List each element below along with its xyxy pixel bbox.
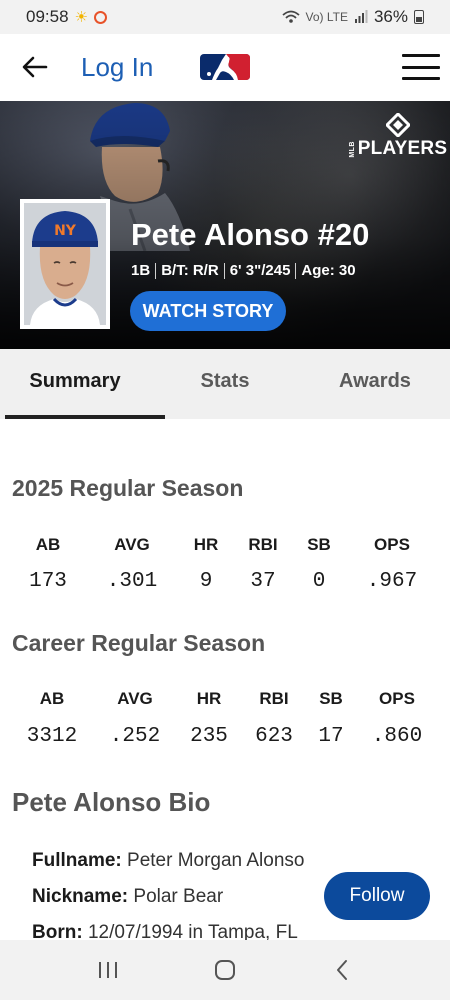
- hamburger-menu-button[interactable]: [402, 54, 440, 80]
- tab-summary[interactable]: Summary: [0, 349, 165, 419]
- back-arrow-icon: [22, 56, 48, 78]
- player-age: Age: 30: [301, 262, 356, 279]
- season-value-hr: 9: [199, 570, 213, 593]
- career-value-sb: 17: [318, 725, 344, 748]
- back-button[interactable]: [18, 50, 52, 84]
- season-value-sb: 0: [312, 570, 326, 593]
- career-header-sb: SB: [319, 689, 343, 708]
- system-nav-bar: [0, 940, 450, 1000]
- career-value-hr: 235: [190, 725, 228, 748]
- watch-story-button[interactable]: WATCH STORY: [130, 291, 286, 331]
- career-header-ops: OPS: [379, 689, 415, 708]
- players-logo-prefix: MLB: [348, 140, 356, 158]
- meta-divider: [223, 262, 225, 279]
- season-stats-header-row: AB AVG HR RBI SB OPS: [0, 535, 450, 555]
- volte-indicator: Vo) LTE: [305, 10, 348, 24]
- bio-title: Pete Alonso Bio: [12, 787, 211, 817]
- bio-fullname-label: Fullname:: [32, 850, 122, 871]
- career-header-hr: HR: [196, 689, 222, 708]
- status-bar: 09:58 ☀ Vo) LTE 36%: [0, 0, 450, 34]
- menu-line-icon: [402, 54, 440, 57]
- bio-fullname-value: Peter Morgan Alonso: [127, 850, 305, 871]
- player-headshot: NY: [20, 199, 110, 329]
- weather-sun-icon: ☀: [74, 9, 88, 26]
- svg-text:NY: NY: [54, 223, 77, 239]
- players-logo-word: PLAYERS: [357, 138, 448, 159]
- status-time: 09:58: [26, 7, 69, 26]
- signal-icon: [354, 10, 368, 23]
- season-header-rbi: RBI: [248, 535, 278, 554]
- season-header-sb: SB: [307, 535, 331, 554]
- career-stats-title: Career Regular Season: [12, 630, 266, 656]
- players-logo-text: MLB PLAYERS: [349, 138, 447, 160]
- tab-stats[interactable]: Stats: [150, 349, 300, 419]
- career-value-avg: .252: [109, 725, 161, 748]
- follow-button[interactable]: Follow: [324, 872, 430, 920]
- profile-tabs: Summary Stats Awards: [0, 349, 450, 419]
- career-header-rbi: RBI: [259, 689, 289, 708]
- season-header-ops: OPS: [374, 535, 410, 554]
- season-stats-title: 2025 Regular Season: [12, 475, 244, 501]
- bio-born-value: 12/07/1994 in Tampa, FL: [87, 922, 298, 940]
- wifi-icon: [281, 10, 300, 23]
- tab-awards[interactable]: Awards: [300, 349, 450, 419]
- bio-born: Born: 12/07/1994 in Tampa, FL: [32, 922, 298, 940]
- career-stats-header-row: AB AVG HR RBI SB OPS: [0, 689, 450, 709]
- season-header-ab: AB: [35, 535, 61, 554]
- meta-divider: [155, 262, 157, 279]
- career-stats-value-row: 3312 .252 235 623 17 .860: [0, 725, 450, 748]
- player-bats-throws: B/T: R/R: [161, 262, 219, 279]
- menu-line-icon: [402, 65, 440, 69]
- season-value-ab: 173: [29, 570, 67, 593]
- home-button[interactable]: [205, 950, 245, 990]
- meta-divider: [295, 262, 297, 279]
- chevron-left-icon: [336, 960, 347, 980]
- player-height-weight: 6' 3"/245: [229, 262, 291, 279]
- career-header-ab: AB: [39, 689, 65, 708]
- bio-nickname-label: Nickname:: [32, 886, 129, 907]
- battery-percent: 36%: [373, 7, 408, 26]
- status-right: Vo) LTE 36%: [281, 7, 424, 27]
- mlb-logo-icon: [200, 54, 250, 80]
- bio-nickname-value: Polar Bear: [133, 886, 224, 907]
- bio-fullname: Fullname: Peter Morgan Alonso: [32, 850, 304, 872]
- season-stats-value-row: 173 .301 9 37 0 .967: [0, 570, 450, 593]
- login-link[interactable]: Log In: [81, 52, 153, 83]
- recent-apps-button[interactable]: [88, 950, 128, 990]
- player-position: 1B: [131, 262, 151, 279]
- battery-icon: [414, 10, 424, 24]
- bio-born-label: Born:: [32, 922, 83, 940]
- player-hero-banner: MLB PLAYERS NY Pete Alonso #20 1B B/T: R…: [0, 101, 450, 349]
- players-diamond-icon: [386, 113, 410, 137]
- season-header-hr: HR: [193, 535, 219, 554]
- status-left: 09:58 ☀: [26, 7, 107, 27]
- mlb-players-logo: MLB PLAYERS: [349, 113, 447, 161]
- player-name: Pete Alonso #20: [131, 217, 370, 252]
- system-back-button[interactable]: [322, 950, 362, 990]
- recent-apps-icon: [99, 962, 118, 978]
- app-header: Log In: [0, 34, 450, 101]
- career-value-rbi: 623: [255, 725, 293, 748]
- player-meta: 1B B/T: R/R 6' 3"/245 Age: 30: [131, 262, 356, 279]
- career-value-ab: 3312: [26, 725, 78, 748]
- menu-line-icon: [402, 77, 440, 80]
- season-value-ops: .967: [366, 570, 418, 593]
- home-icon: [214, 960, 235, 980]
- career-value-ops: .860: [371, 725, 423, 748]
- career-header-avg: AVG: [117, 689, 153, 708]
- season-header-avg: AVG: [114, 535, 150, 554]
- notification-ring-icon: [94, 10, 107, 24]
- bio-nickname: Nickname: Polar Bear: [32, 886, 223, 908]
- season-value-avg: .301: [106, 570, 158, 593]
- season-value-rbi: 37: [250, 570, 276, 593]
- headshot-image: NY: [24, 203, 106, 325]
